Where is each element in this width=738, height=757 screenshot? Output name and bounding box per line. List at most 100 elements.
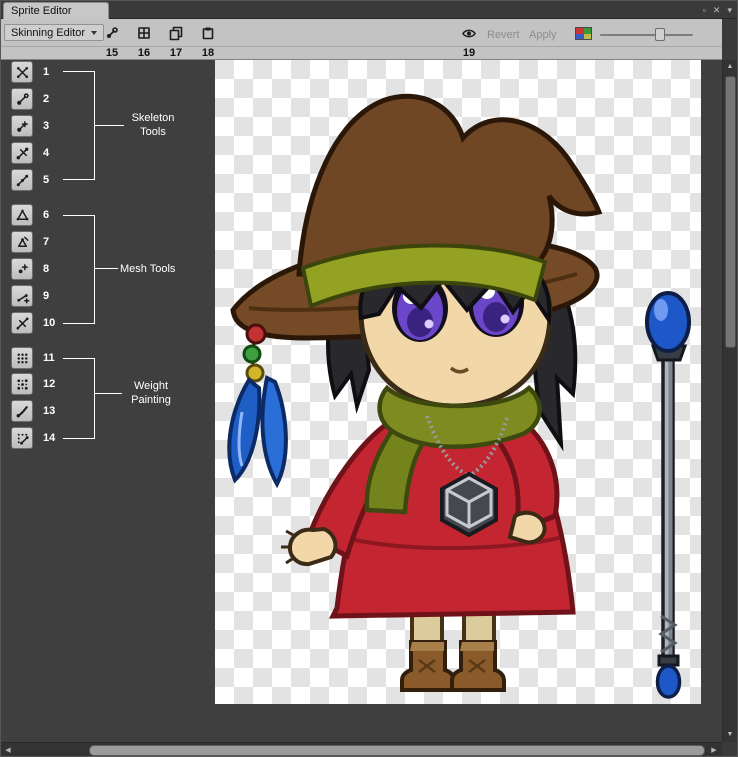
toolbar: Skinning Editor 15 16 (1, 19, 723, 60)
annotation-line (94, 358, 95, 439)
tool-button-12[interactable] (11, 373, 33, 395)
tool-button-14[interactable] (11, 427, 33, 449)
callout-18: 18 (202, 47, 214, 59)
skinning-editor-dropdown[interactable]: Skinning Editor (4, 24, 104, 41)
scroll-down-icon[interactable]: ▼ (723, 728, 737, 742)
apply-button[interactable]: Apply (529, 29, 557, 41)
tool-callout-8: 8 (43, 258, 49, 280)
weight-slider-icon (15, 377, 30, 392)
create-edge-icon (15, 289, 30, 304)
tool-callout-4: 4 (43, 142, 49, 164)
sprite-canvas[interactable] (215, 60, 701, 704)
create-bone-icon (15, 119, 30, 134)
annotation-line (63, 215, 94, 216)
callout-17: 17 (170, 47, 182, 59)
vertical-scrollbar[interactable]: ▲ ▼ (722, 60, 738, 742)
scroll-left-icon[interactable]: ◀ (1, 744, 15, 757)
tool-callout-1: 1 (43, 61, 49, 83)
tool-button-7[interactable] (11, 231, 33, 253)
hat-charm (229, 325, 286, 484)
window-menu-icon[interactable]: ▾ (727, 1, 732, 19)
tool-callout-9: 9 (43, 285, 49, 307)
toolbar-group-visibility: 19 (456, 23, 482, 59)
tool-button-8[interactable] (11, 258, 33, 280)
horizontal-scroll-thumb[interactable] (89, 745, 705, 756)
tool-callout-13: 13 (43, 400, 55, 422)
dropdown-label: Skinning Editor (11, 27, 85, 39)
zoom-slider[interactable] (600, 34, 693, 36)
mesh-tools-label: Mesh Tools (120, 262, 175, 276)
boot-left (402, 642, 454, 690)
split-bone-icon (15, 146, 30, 161)
tool-button-1[interactable] (11, 61, 33, 83)
tool-button-13[interactable] (11, 400, 33, 422)
scroll-right-icon[interactable]: ▶ (707, 744, 721, 757)
callout-15: 15 (106, 47, 118, 59)
tool-button-11[interactable] (11, 347, 33, 369)
copy-button[interactable] (164, 23, 188, 43)
toolbar-group-copy: 17 (163, 23, 189, 59)
tool-callout-6: 6 (43, 204, 49, 226)
bone-icon (104, 25, 120, 41)
sprite-editor-window: Sprite Editor ▫ ✕ ▾ Skinning Editor 15 (0, 0, 738, 757)
minimize-icon[interactable]: ▫ (703, 1, 706, 19)
tool-callout-5: 5 (43, 169, 49, 191)
edit-geometry-icon (15, 235, 30, 250)
bone-chain-icon (15, 173, 30, 188)
copy-icon (168, 25, 184, 41)
create-vertex-icon (15, 262, 30, 277)
tool-button-6[interactable] (11, 204, 33, 226)
bone-toggle-button[interactable] (100, 23, 124, 43)
tool-button-2[interactable] (11, 88, 33, 110)
vertical-scroll-thumb[interactable] (725, 76, 736, 348)
eye-icon (460, 26, 478, 41)
annotation-line (63, 179, 94, 180)
scroll-up-icon[interactable]: ▲ (723, 60, 737, 74)
tool-button-10[interactable] (11, 312, 33, 334)
annotation-line (94, 393, 122, 394)
paste-button[interactable] (196, 23, 220, 43)
crossed-bones-icon (15, 65, 30, 80)
tool-button-3[interactable] (11, 115, 33, 137)
annotation-line (94, 268, 118, 269)
callout-16: 16 (138, 47, 150, 59)
window-tab[interactable]: Sprite Editor (3, 2, 109, 19)
callout-19: 19 (463, 47, 475, 59)
horizontal-scrollbar[interactable]: ◀ ▶ (1, 742, 723, 757)
tool-callout-12: 12 (43, 373, 55, 395)
tool-button-5[interactable] (11, 169, 33, 191)
annotation-line (63, 71, 94, 72)
split-edge-icon (15, 316, 30, 331)
tool-callout-10: 10 (43, 312, 55, 334)
toolbar-filler (722, 19, 738, 60)
zoom-slider-thumb[interactable] (655, 28, 665, 41)
weight-painting-label: WeightPainting (123, 379, 179, 407)
annotation-line (63, 438, 94, 439)
resize-corner[interactable] (722, 742, 738, 757)
revert-button[interactable]: Revert (487, 29, 519, 41)
annotation-line (94, 215, 95, 324)
edit-bone-icon (15, 92, 30, 107)
sprite-sheet-button[interactable] (132, 23, 156, 43)
staff-sprite (647, 293, 689, 697)
toolbar-group-sheet: 16 (131, 23, 157, 59)
tool-button-4[interactable] (11, 142, 33, 164)
tool-callout-14: 14 (43, 427, 55, 449)
tool-callout-2: 2 (43, 88, 49, 110)
color-swatch-icon[interactable] (575, 27, 592, 40)
sprite-sheet-icon (136, 25, 152, 41)
titlebar[interactable]: Sprite Editor ▫ ✕ ▾ (1, 1, 737, 19)
close-icon[interactable]: ✕ (713, 1, 721, 19)
chevron-down-icon (91, 31, 97, 35)
visibility-button[interactable] (457, 23, 481, 43)
tool-button-9[interactable] (11, 285, 33, 307)
auto-geometry-icon (15, 208, 30, 223)
character-sprite (215, 60, 701, 704)
unity-pendant (442, 474, 496, 535)
tool-callout-3: 3 (43, 115, 49, 137)
bone-influence-icon (15, 431, 30, 446)
boot-right (452, 642, 504, 690)
toolbar-group-bone: 15 (99, 23, 125, 59)
weight-brush-icon (15, 404, 30, 419)
auto-weights-icon (15, 351, 30, 366)
